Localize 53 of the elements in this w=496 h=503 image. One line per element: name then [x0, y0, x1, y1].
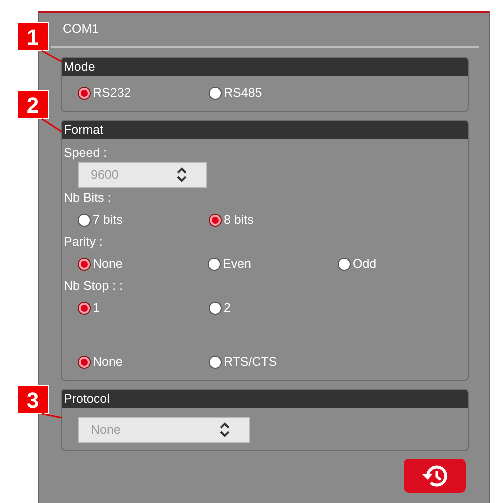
restore-button[interactable]	[404, 459, 466, 493]
radio-button[interactable]	[78, 356, 91, 368]
radio-option[interactable]: Even	[208, 257, 338, 271]
leader-line	[41, 50, 64, 64]
history-icon	[420, 463, 450, 489]
radio-label: RS232	[93, 86, 132, 100]
section-header: Protocol	[62, 390, 468, 408]
radio-label: 1	[93, 301, 100, 315]
radio-option[interactable]: 8 bits	[209, 213, 340, 227]
radio-button[interactable]	[78, 86, 91, 100]
panel-title: COM1	[62, 21, 100, 38]
radio-button[interactable]	[338, 258, 351, 270]
radio-button[interactable]	[78, 258, 91, 270]
callout-badge: 3	[17, 385, 49, 414]
field-label: Nb Stop : :	[63, 278, 124, 295]
radio-label: None	[93, 355, 123, 369]
callout-badge: 1	[17, 22, 49, 51]
radio-button[interactable]	[78, 214, 91, 226]
up-down-chevron-icon	[176, 167, 188, 183]
radio-label: RS485	[224, 86, 262, 100]
radio-label: 8 bits	[224, 213, 254, 227]
radio-option[interactable]: None	[78, 257, 208, 271]
leader-line	[41, 413, 64, 420]
dropdown-field[interactable]: 9600	[78, 162, 207, 188]
radio-option[interactable]: RS232	[78, 86, 209, 100]
radio-label: 7 bits	[93, 213, 123, 227]
radio-option[interactable]: None	[78, 355, 209, 369]
radio-option[interactable]: Odd	[338, 257, 468, 271]
field-label: Speed :	[63, 145, 108, 162]
radio-option[interactable]: RTS/CTS	[209, 355, 340, 369]
field-label: Parity :	[63, 234, 104, 251]
radio-label: Odd	[353, 257, 377, 271]
up-down-chevron-icon	[219, 422, 231, 438]
radio-label: 2	[224, 301, 231, 315]
radio-button[interactable]	[209, 214, 222, 226]
radio-option[interactable]: 7 bits	[78, 213, 209, 227]
radio-label: Even	[223, 257, 252, 271]
radio-option[interactable]: 2	[209, 301, 340, 315]
dropdown-field[interactable]: None	[78, 417, 250, 443]
radio-button[interactable]	[78, 302, 91, 314]
radio-button[interactable]	[209, 86, 222, 100]
radio-option[interactable]: RS485	[209, 86, 340, 100]
radio-label: RTS/CTS	[224, 355, 278, 369]
field-label: Nb Bits :	[63, 190, 112, 207]
radio-option[interactable]: 1	[78, 301, 209, 315]
callout-badge: 2	[17, 90, 49, 119]
radio-button[interactable]	[209, 302, 222, 314]
leader-line	[41, 118, 64, 134]
radio-button[interactable]	[209, 356, 222, 368]
radio-button[interactable]	[208, 258, 221, 270]
section-header: Format	[62, 121, 468, 139]
section-header: Mode	[62, 58, 468, 76]
radio-label: None	[93, 257, 123, 271]
